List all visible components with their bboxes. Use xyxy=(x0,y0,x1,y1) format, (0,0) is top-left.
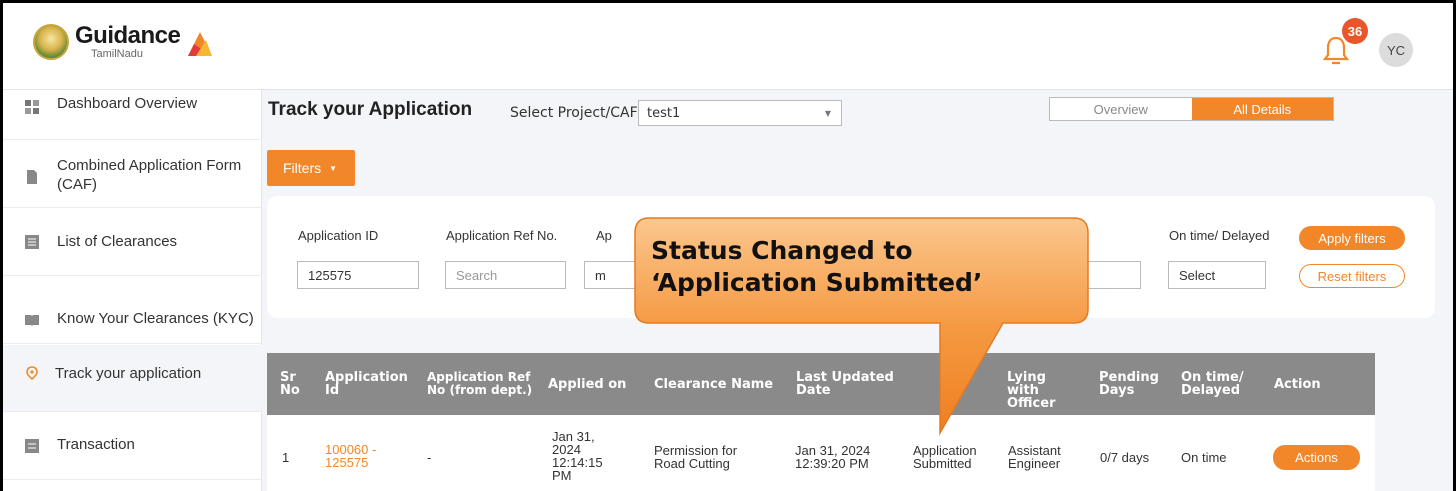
col-header-application-id: Application Id xyxy=(325,370,408,398)
sidebar-item-label: Transaction xyxy=(57,436,135,453)
cell-clearance-name: Permission for Road Cutting xyxy=(654,443,738,471)
sidebar-item-label: Track your application xyxy=(55,365,202,382)
caret-down-icon: ▼ xyxy=(329,163,338,173)
view-toggle: Overview All Details xyxy=(1049,97,1334,121)
sidebar-item-caf[interactable]: Combined Application Form (CAF) xyxy=(3,141,262,208)
col-header-applied-on: Applied on xyxy=(548,377,627,392)
col-header-application-ref: Application Ref No (from dept.) xyxy=(427,370,533,397)
location-pin-icon xyxy=(26,366,38,380)
sidebar-item-label: Know Your Clearances (KYC) xyxy=(57,310,254,327)
page-title: Track your Application xyxy=(268,99,473,120)
sidebar-item-track-application[interactable]: Track your application xyxy=(3,345,262,412)
tamilnadu-emblem-icon xyxy=(33,24,69,60)
caret-down-icon: ▼ xyxy=(824,109,831,118)
app-window: Guidance TamilNadu 36 YC Dashboard Overv… xyxy=(0,0,1456,491)
sidebar-item-transaction[interactable]: Transaction xyxy=(3,413,262,480)
brand-subtitle: TamilNadu xyxy=(91,48,143,60)
cell-applied-on: Jan 31, 2024 12:14:15 PM xyxy=(552,429,603,483)
sidebar-item-label: List of Clearances xyxy=(57,233,178,250)
col-header-action: Action xyxy=(1274,377,1321,392)
on-time-delayed-label: On time/ Delayed xyxy=(1169,228,1270,243)
user-avatar[interactable]: YC xyxy=(1379,33,1413,67)
applications-table: Sr No Application Id Application Ref No … xyxy=(267,353,1375,491)
top-bar: Guidance TamilNadu 36 YC xyxy=(3,3,1453,90)
select-project-label: Select Project/CAF xyxy=(510,105,638,121)
project-select-value: test1 xyxy=(647,106,681,121)
callout-text: Status Changed to ‘Application Submitted… xyxy=(651,235,1071,299)
application-ref-label: Application Ref No. xyxy=(446,228,558,243)
application-id-label: Application ID xyxy=(298,228,379,243)
applied-filter-field[interactable]: m xyxy=(584,261,644,289)
reset-filters-button[interactable]: Reset filters xyxy=(1299,264,1405,288)
filters-button[interactable]: Filters ▼ xyxy=(267,150,355,186)
brand-logo[interactable]: Guidance TamilNadu xyxy=(33,24,216,60)
flame-logo-icon xyxy=(188,32,213,56)
table-header: Sr No Application Id Application Ref No … xyxy=(267,353,1375,415)
col-header-sr-no: Sr No xyxy=(280,370,300,398)
on-time-delayed-select[interactable]: Select xyxy=(1168,261,1266,289)
sidebar-item-label: Combined Application Form (CAF) xyxy=(57,157,242,193)
filters-button-label: Filters xyxy=(283,160,322,176)
cell-on-time: On time xyxy=(1181,450,1227,465)
callout-line-2: ‘Application Submitted’ xyxy=(651,268,983,297)
list-icon xyxy=(25,235,39,249)
tab-all-details[interactable]: All Details xyxy=(1191,98,1333,120)
application-ref-search-field[interactable]: Search xyxy=(445,261,566,289)
applied-filter-label: Ap xyxy=(596,228,612,243)
callout-line-1: Status Changed to xyxy=(651,236,913,265)
col-header-pending-days: Pending Days xyxy=(1099,370,1159,398)
cell-sr-no: 1 xyxy=(282,450,290,465)
cell-application-ref: - xyxy=(427,450,432,465)
col-header-on-time: On time/ Delayed xyxy=(1181,370,1244,398)
col-header-lying-with: Lying with Officer xyxy=(1007,370,1056,411)
sidebar-item-kyc[interactable]: Know Your Clearances (KYC) xyxy=(3,277,262,344)
notification-count-badge[interactable]: 36 xyxy=(1342,18,1368,44)
sidebar-item-dashboard-overview[interactable]: Dashboard Overview xyxy=(3,90,262,140)
document-icon xyxy=(27,170,37,184)
cell-application-id-link[interactable]: 100060 - 125575 xyxy=(325,443,385,469)
cell-status: Application Submitted xyxy=(913,443,977,471)
col-header-last-updated: Last Updated Date xyxy=(796,370,894,398)
application-id-field[interactable]: 125575 xyxy=(297,261,419,289)
col-header-clearance-name: Clearance Name xyxy=(654,377,774,392)
tab-overview[interactable]: Overview xyxy=(1050,98,1192,120)
cell-pending-days: 0/7 days xyxy=(1100,450,1150,465)
cell-lying-with: Assistant Engineer xyxy=(1008,443,1061,471)
hidden-filter-field[interactable] xyxy=(1081,261,1141,289)
receipt-icon xyxy=(25,439,39,453)
brand-name: Guidance xyxy=(75,22,181,49)
cell-last-updated: Jan 31, 2024 12:39:20 PM xyxy=(795,443,871,471)
sidebar-item-list-of-clearances[interactable]: List of Clearances xyxy=(3,209,262,276)
apply-filters-button[interactable]: Apply filters xyxy=(1299,226,1405,250)
project-select[interactable]: test1 ▼ xyxy=(638,100,842,126)
dashboard-icon xyxy=(25,100,39,114)
sidebar: Dashboard Overview Combined Application … xyxy=(3,90,262,491)
sidebar-item-label: Dashboard Overview xyxy=(57,95,198,112)
actions-button[interactable]: Actions xyxy=(1273,445,1360,470)
book-icon xyxy=(25,315,39,326)
